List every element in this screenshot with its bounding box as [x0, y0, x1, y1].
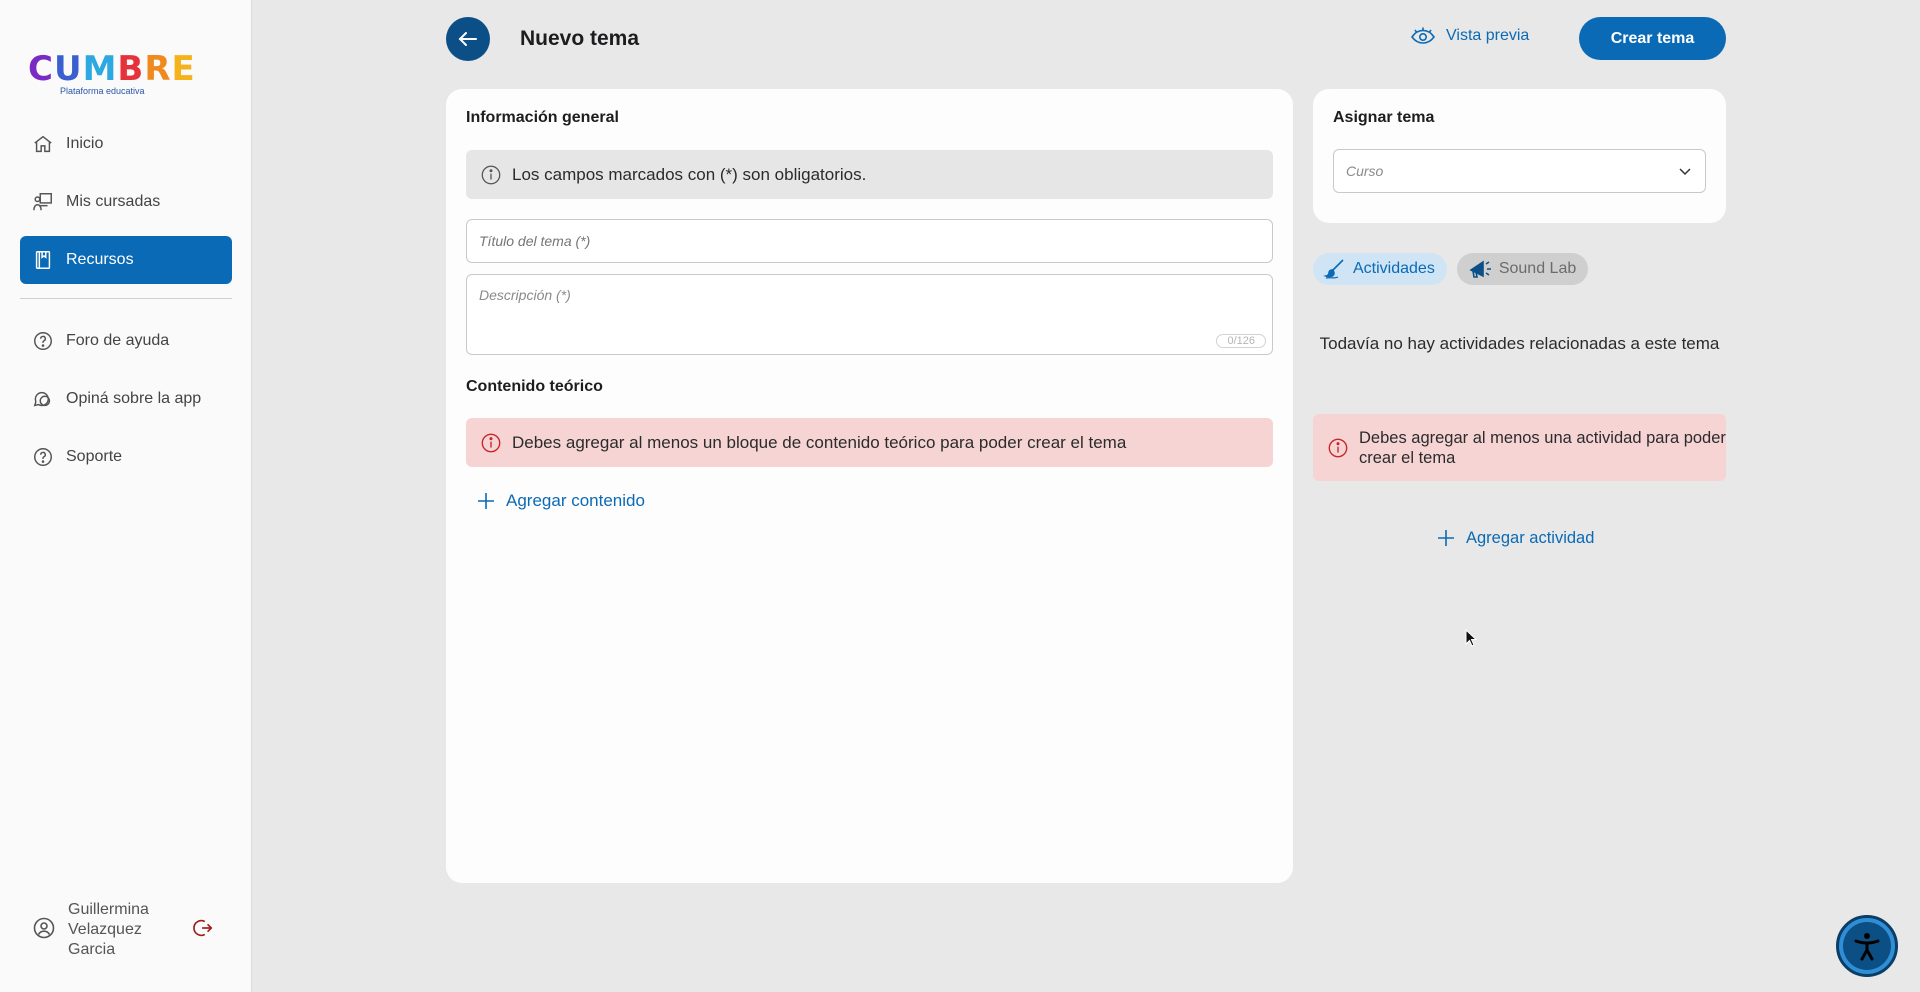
- topic-title-input[interactable]: [466, 219, 1273, 263]
- char-counter: 0/126: [1216, 334, 1266, 348]
- sidebar-item-label: Inicio: [66, 135, 104, 152]
- sidebar-item-recursos[interactable]: Recursos: [20, 236, 232, 284]
- logo-wordmark: C U M B R E: [28, 49, 195, 89]
- sidebar: C U M B R E Plataforma educativa Inicio …: [0, 0, 252, 992]
- error-info-icon: [480, 432, 502, 454]
- teacher-board-icon: [32, 191, 54, 213]
- create-topic-button[interactable]: Crear tema: [1579, 17, 1726, 60]
- sidebar-item-label: Mis cursadas: [66, 193, 161, 210]
- plus-icon: [1436, 528, 1456, 548]
- sidebar-item-soporte[interactable]: Soporte: [20, 433, 232, 481]
- page-title: Nuevo tema: [520, 27, 640, 50]
- logo-letter: U: [53, 49, 83, 89]
- add-activity-label: Agregar actividad: [1466, 528, 1595, 547]
- home-icon: [32, 133, 54, 155]
- user-icon: [32, 916, 56, 945]
- activity-error-alert: Debes agregar al menos una actividad par…: [1313, 414, 1726, 481]
- tab-actividades[interactable]: Actividades: [1313, 253, 1447, 285]
- sidebar-item-mis-cursadas[interactable]: Mis cursadas: [20, 178, 232, 226]
- logo-letter: R: [144, 49, 172, 89]
- description-placeholder: Descripción (*): [479, 287, 571, 303]
- theory-content-heading: Contenido teórico: [466, 378, 603, 395]
- preview-label: Vista previa: [1446, 27, 1530, 44]
- content-error-text: Debes agregar al menos un bloque de cont…: [512, 432, 1127, 452]
- logo-letter: C: [28, 49, 54, 89]
- logo: C U M B R E Plataforma educativa: [28, 49, 195, 100]
- error-info-icon: [1327, 437, 1349, 459]
- logo-letter: E: [171, 49, 196, 89]
- help-circle-icon: [32, 446, 54, 468]
- tab-sound-lab[interactable]: Sound Lab: [1456, 253, 1589, 285]
- sidebar-item-opina[interactable]: Opiná sobre la app: [20, 375, 232, 423]
- content-error-alert: Debes agregar al menos un bloque de cont…: [466, 418, 1273, 467]
- sidebar-item-label: Recursos: [66, 251, 134, 268]
- sidebar-item-inicio[interactable]: Inicio: [20, 120, 232, 168]
- general-info-heading: Información general: [466, 109, 619, 126]
- back-button[interactable]: [446, 17, 490, 61]
- activity-tabs: Actividades Sound Lab: [1313, 253, 1598, 285]
- topic-form-card: Información general Los campos marcados …: [446, 89, 1293, 883]
- help-circle-icon: [32, 330, 54, 352]
- accessibility-icon: [1843, 922, 1891, 970]
- required-fields-notice: Los campos marcados con (*) son obligato…: [466, 150, 1273, 199]
- sidebar-nav: Inicio Mis cursadas Recursos Foro de ayu…: [20, 120, 232, 491]
- course-select[interactable]: Curso: [1333, 149, 1706, 193]
- assign-topic-card: Asignar tema Curso: [1313, 89, 1726, 223]
- logo-letter: B: [117, 49, 145, 89]
- accessibility-button[interactable]: [1836, 915, 1898, 977]
- plus-icon: [476, 491, 496, 511]
- assign-heading: Asignar tema: [1333, 109, 1435, 126]
- eye-icon: [1410, 26, 1436, 46]
- no-activities-message: Todavía no hay actividades relacionadas …: [1319, 334, 1720, 353]
- chat-bubbles-icon: [32, 388, 54, 410]
- chevron-down-icon: [1677, 163, 1693, 179]
- add-content-label: Agregar contenido: [506, 491, 645, 510]
- activity-error-text: Debes agregar al menos una actividad par…: [1359, 428, 1726, 467]
- book-icon: [32, 249, 54, 271]
- description-field[interactable]: Descripción (*) 0/126: [466, 274, 1273, 355]
- logo-letter: M: [82, 49, 118, 89]
- info-icon: [480, 164, 502, 186]
- sidebar-item-label: Opiná sobre la app: [66, 390, 202, 407]
- tab-label: Actividades: [1353, 260, 1435, 277]
- logout-icon[interactable]: [192, 917, 214, 944]
- mouse-cursor-icon: [1465, 628, 1478, 652]
- notice-text: Los campos marcados con (*) son obligato…: [512, 164, 867, 184]
- user-name: Guillermina Velazquez Garcia: [68, 901, 149, 958]
- sidebar-item-label: Foro de ayuda: [66, 332, 170, 349]
- add-activity-button[interactable]: Agregar actividad: [1436, 528, 1594, 548]
- sidebar-divider: [20, 298, 232, 299]
- paint-brush-icon: [1323, 258, 1347, 280]
- user-profile: Guillermina Velazquez Garcia: [32, 900, 222, 960]
- sidebar-item-foro-de-ayuda[interactable]: Foro de ayuda: [20, 317, 232, 365]
- add-content-button[interactable]: Agregar contenido: [476, 491, 645, 511]
- preview-button[interactable]: Vista previa: [1410, 26, 1529, 46]
- sidebar-item-label: Soporte: [66, 448, 123, 465]
- course-placeholder: Curso: [1346, 163, 1384, 179]
- arrow-left-icon: [456, 27, 480, 51]
- megaphone-icon: [1467, 258, 1493, 280]
- tab-label: Sound Lab: [1498, 260, 1577, 277]
